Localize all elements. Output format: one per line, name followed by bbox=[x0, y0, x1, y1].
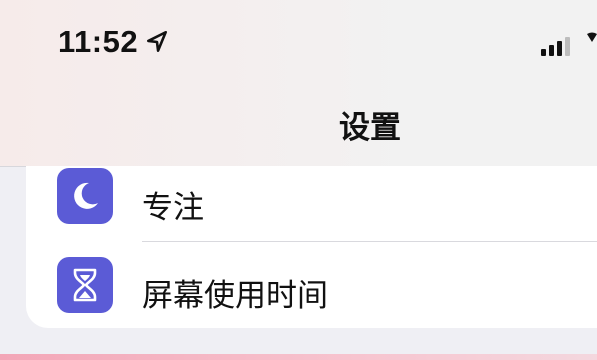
cellular-signal-icon bbox=[541, 37, 570, 56]
bottom-divider bbox=[0, 354, 597, 360]
wifi-icon bbox=[587, 32, 597, 42]
status-bar-time: 11:52 bbox=[58, 22, 170, 62]
settings-item-label: 屏幕使用时间 bbox=[142, 278, 328, 314]
settings-item-label: 专注 bbox=[142, 190, 204, 226]
settings-group: 专注 屏幕使用时间 bbox=[26, 166, 597, 328]
settings-screen: 11:52 设置 专注 屏幕使用时间 bbox=[0, 0, 597, 360]
location-arrow-icon bbox=[147, 30, 168, 52]
focus-icon-tile bbox=[57, 168, 113, 224]
hourglass-icon bbox=[73, 268, 97, 302]
moon-icon bbox=[74, 182, 98, 209]
screen-time-icon-tile bbox=[57, 257, 113, 313]
time-label: 11:52 bbox=[58, 24, 139, 59]
settings-item-screen-time[interactable]: 屏幕使用时间 bbox=[26, 242, 597, 328]
top-bar: 11:52 设置 bbox=[0, 0, 597, 167]
page-title: 设置 bbox=[339, 110, 401, 146]
settings-item-focus[interactable]: 专注 bbox=[26, 166, 597, 242]
